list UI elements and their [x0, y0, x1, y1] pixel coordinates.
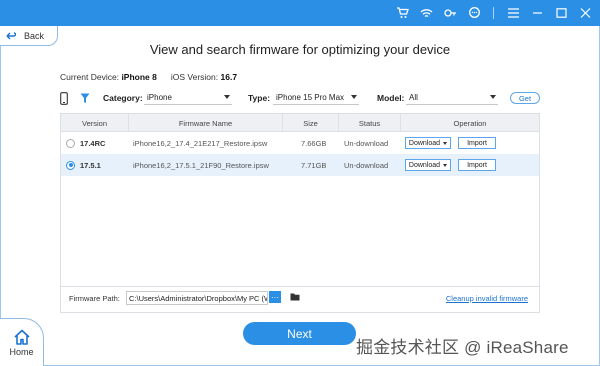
home-icon: [13, 329, 30, 345]
next-button[interactable]: Next: [243, 322, 356, 345]
cart-icon[interactable]: [395, 6, 409, 20]
firmware-name-cell: iPhone16,2_17.5.1_21F90_Restore.ipsw: [133, 160, 269, 170]
firmware-name-cell: iPhone16,2_17.4_21E217_Restore.ipsw: [133, 138, 268, 148]
import-button[interactable]: Import: [458, 159, 496, 171]
status-cell: Un-download: [344, 138, 389, 148]
firmware-path-input[interactable]: C:\Users\Administrator\Dropbox\My PC (W: [126, 291, 268, 305]
download-button[interactable]: Download: [405, 159, 451, 171]
current-device: Current Device: iPhone 8: [60, 72, 157, 82]
model-value: All: [409, 93, 418, 102]
category-value: iPhone: [147, 93, 172, 102]
column-header: Version: [61, 114, 129, 132]
ios-version: iOS Version: 16.7: [170, 72, 238, 82]
category-label: Category:: [103, 93, 143, 103]
table-header: Version Firmware Name Size Status Operat…: [61, 114, 539, 132]
back-label: Back: [24, 30, 45, 41]
wifi-icon[interactable]: [419, 6, 433, 20]
folder-icon[interactable]: [290, 292, 300, 302]
version-cell: 17.4RC: [66, 132, 105, 154]
model-label: Model:: [377, 93, 405, 103]
firmware-path-label: Firmware Path:: [69, 294, 120, 303]
import-button[interactable]: Import: [458, 137, 496, 149]
title-bar: [0, 0, 600, 26]
chevron-down-icon: [224, 95, 230, 99]
type-label: Type:: [248, 93, 271, 103]
home-label: Home: [9, 346, 34, 357]
row-radio[interactable]: [66, 138, 75, 148]
column-header: Size: [283, 114, 339, 132]
filter-icon[interactable]: [80, 90, 90, 106]
cleanup-link[interactable]: Cleanup invalid firmware: [446, 294, 528, 303]
firmware-path-bar: Firmware Path: C:\Users\Administrator\Dr…: [60, 286, 540, 312]
size-cell: 7.71GB: [301, 160, 327, 170]
column-header: Firmware Name: [129, 114, 283, 132]
menu-icon[interactable]: [506, 6, 520, 20]
back-arrow-icon: [6, 32, 16, 40]
column-header: Status: [339, 114, 401, 132]
window-controls: [395, 4, 592, 22]
status-cell: Un-download: [344, 160, 389, 170]
phone-icon[interactable]: [60, 90, 68, 106]
device-info: Current Device: iPhone 8 iOS Version: 16…: [60, 72, 237, 82]
close-icon[interactable]: [578, 6, 592, 20]
size-cell: 7.66GB: [301, 138, 327, 148]
chevron-down-icon: [443, 163, 448, 167]
type-select[interactable]: iPhone 15 Pro Max: [273, 91, 359, 105]
operation-cell: Download Import: [405, 154, 496, 176]
page-title: View and search firmware for optimizing …: [149, 42, 451, 57]
ios-version-value: 16.7: [220, 72, 238, 82]
operation-cell: Download Import: [405, 132, 496, 154]
minimize-icon[interactable]: [530, 6, 544, 20]
row-radio[interactable]: [66, 160, 75, 170]
chevron-down-icon: [351, 95, 357, 99]
maximize-icon[interactable]: [554, 6, 568, 20]
key-icon[interactable]: [443, 6, 457, 20]
category-select[interactable]: iPhone: [144, 91, 232, 105]
home-button[interactable]: Home: [0, 318, 44, 366]
chat-icon[interactable]: [467, 6, 481, 20]
watermark: 掘金技术社区 @ iReaShare: [356, 338, 569, 357]
get-button[interactable]: Get: [510, 92, 540, 104]
current-device-value: iPhone 8: [121, 72, 157, 82]
firmware-table: Version Firmware Name Size Status Operat…: [60, 113, 540, 313]
filter-row: Category: iPhone Type: iPhone 15 Pro Max…: [60, 90, 540, 106]
column-header: Operation: [453, 118, 487, 128]
chevron-down-icon: [443, 141, 448, 145]
version-cell: 17.5.1: [66, 154, 101, 176]
table-row[interactable]: 17.5.1 iPhone16,2_17.5.1_21F90_Restore.i…: [61, 154, 539, 176]
table-row[interactable]: 17.4RC iPhone16,2_17.4_21E217_Restore.ip…: [61, 132, 539, 154]
model-select[interactable]: All: [406, 91, 498, 105]
type-value: iPhone 15 Pro Max: [276, 93, 345, 102]
divider: [493, 7, 494, 19]
chevron-down-icon: [490, 95, 496, 99]
browse-button[interactable]: ···: [269, 291, 281, 303]
download-button[interactable]: Download: [405, 137, 451, 149]
